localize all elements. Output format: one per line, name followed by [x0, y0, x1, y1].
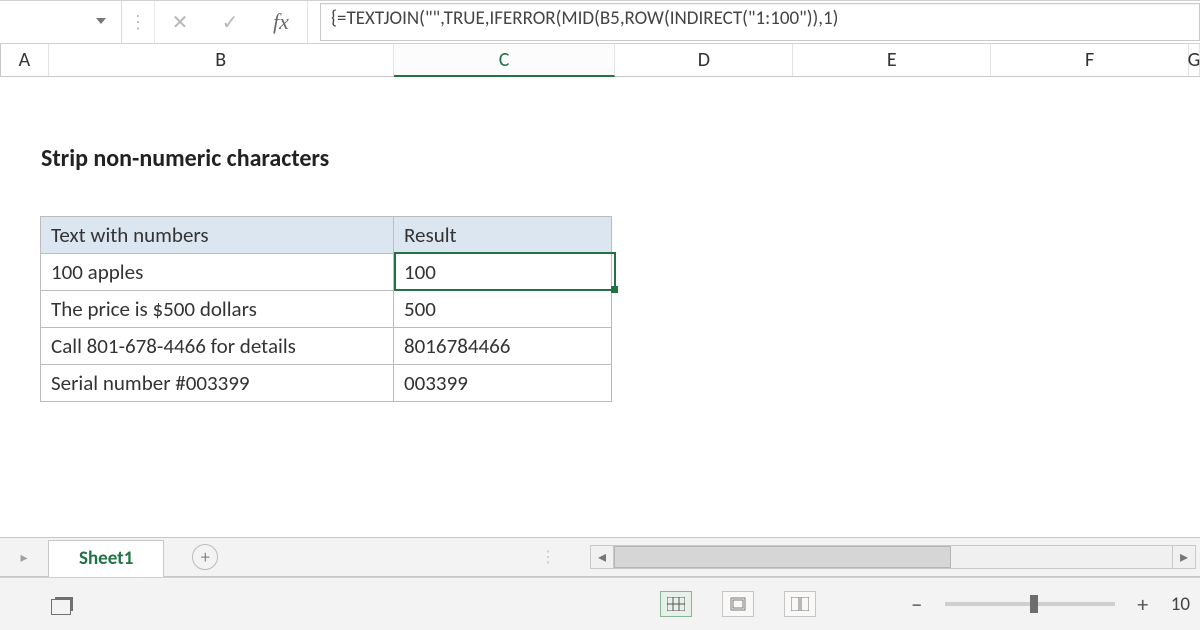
zoom-in-button[interactable]: + — [1131, 592, 1155, 616]
cell[interactable]: 100 apples — [41, 254, 394, 291]
table-row[interactable]: 100 apples 100 — [41, 254, 612, 291]
table-row[interactable]: Serial number #003399 003399 — [41, 365, 612, 402]
view-normal-button[interactable] — [660, 591, 692, 617]
column-header-F[interactable]: F — [991, 44, 1189, 76]
column-header-A[interactable]: A — [1, 44, 49, 76]
scroll-left-button[interactable]: ◂ — [590, 545, 614, 569]
zoom-slider-knob[interactable] — [1030, 595, 1038, 613]
view-page-break-button[interactable] — [784, 591, 816, 617]
zoom-controls: − + 10 — [905, 592, 1190, 616]
scroll-track[interactable] — [614, 545, 1172, 569]
fill-handle[interactable] — [611, 286, 618, 293]
data-table: Text with numbers Result 100 apples 100 … — [40, 216, 612, 402]
horizontal-scrollbar[interactable]: ◂ ▸ — [590, 546, 1196, 568]
zoom-out-button[interactable]: − — [905, 592, 929, 616]
sheet-tab-strip: ▸ Sheet1 + ⋮ ◂ ▸ — [0, 537, 1200, 577]
column-header-B[interactable]: B — [49, 44, 394, 76]
worksheet-area[interactable]: Strip non-numeric characters Text with n… — [0, 77, 1200, 537]
tab-resize-grip-icon[interactable]: ⋮ — [540, 547, 558, 567]
cell[interactable]: Serial number #003399 — [41, 365, 394, 402]
column-header-D[interactable]: D — [615, 44, 793, 76]
zoom-value[interactable]: 10 — [1171, 593, 1190, 616]
cell[interactable]: 100 — [394, 254, 612, 291]
record-macro-icon[interactable] — [55, 597, 73, 611]
cell[interactable]: 8016784466 — [394, 328, 612, 365]
cell[interactable]: The price is $500 dollars — [41, 291, 394, 328]
formula-bar-divider-icon: ⋮ — [122, 1, 155, 43]
page-title: Strip non-numeric characters — [41, 144, 329, 173]
zoom-slider[interactable] — [945, 602, 1115, 606]
cell[interactable]: Call 801-678-4466 for details — [41, 328, 394, 365]
cell[interactable]: 500 — [394, 291, 612, 328]
table-header[interactable]: Result — [394, 217, 612, 254]
column-headers: ABCDEFG — [0, 44, 1200, 77]
cell[interactable]: 003399 — [394, 365, 612, 402]
table-row[interactable]: Call 801-678-4466 for details 8016784466 — [41, 328, 612, 365]
insert-function-button[interactable]: fx — [255, 1, 308, 43]
scroll-right-button[interactable]: ▸ — [1172, 545, 1196, 569]
column-header-C[interactable]: C — [394, 44, 616, 77]
tab-scroll-button[interactable]: ▸ — [0, 549, 48, 566]
name-box-dropdown-icon[interactable] — [95, 13, 107, 32]
sheet-tab-sheet1[interactable]: Sheet1 — [48, 540, 164, 577]
column-header-G[interactable]: G — [1189, 44, 1200, 76]
scroll-thumb[interactable] — [614, 546, 951, 568]
formula-input[interactable]: {=TEXTJOIN("",TRUE,IFERROR(MID(B5,ROW(IN… — [320, 3, 1200, 41]
name-box[interactable] — [0, 1, 122, 43]
formula-enter-button[interactable]: ✓ — [205, 1, 255, 43]
formula-bar: ⋮ ✕ ✓ fx {=TEXTJOIN("",TRUE,IFERROR(MID(… — [0, 0, 1200, 44]
formula-cancel-button[interactable]: ✕ — [155, 1, 205, 43]
add-sheet-button[interactable]: + — [192, 544, 218, 570]
table-header[interactable]: Text with numbers — [41, 217, 394, 254]
status-bar: − + 10 — [0, 577, 1200, 630]
table-row[interactable]: The price is $500 dollars 500 — [41, 291, 612, 328]
column-header-E[interactable]: E — [793, 44, 991, 76]
view-page-layout-button[interactable] — [722, 591, 754, 617]
